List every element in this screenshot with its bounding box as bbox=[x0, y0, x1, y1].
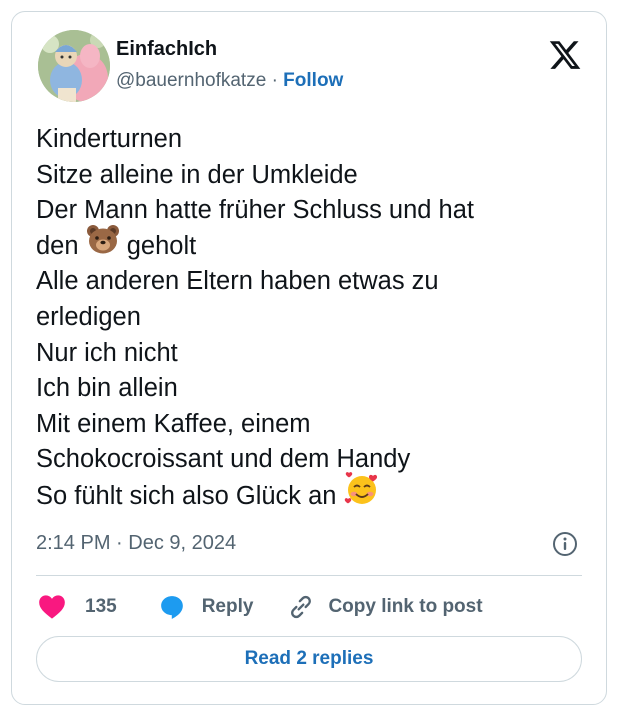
tweet-line: Schokocroissant und dem Handy bbox=[36, 445, 411, 474]
tweet-line: So fühlt sich also Glück an bbox=[36, 472, 586, 517]
tweet-line: Ich bin allein bbox=[36, 374, 178, 403]
tweet-text-segment: So fühlt sich also Glück an bbox=[36, 481, 337, 510]
smiling-face-with-hearts-emoji bbox=[344, 472, 380, 517]
tweet-time: 2:14 PM bbox=[36, 532, 111, 554]
tweet-text: Kinderturnen Sitze alleine in der Umklei… bbox=[36, 122, 586, 517]
like-count: 135 bbox=[85, 596, 117, 617]
avatar[interactable] bbox=[38, 30, 110, 102]
copy-link-button[interactable]: Copy link to post bbox=[287, 593, 483, 621]
info-icon[interactable] bbox=[552, 531, 578, 557]
x-logo-icon[interactable] bbox=[548, 38, 582, 72]
tweet-text-segment: den bbox=[36, 231, 79, 260]
like-button[interactable]: 135 bbox=[38, 594, 117, 620]
divider bbox=[36, 575, 582, 576]
user-handle[interactable]: @bauernhofkatze bbox=[116, 70, 266, 91]
tweet-line: Kinderturnen bbox=[36, 125, 183, 153]
read-replies-button[interactable]: Read 2 replies bbox=[36, 636, 582, 682]
reply-bubble-icon bbox=[159, 594, 185, 620]
follow-button[interactable]: Follow bbox=[283, 70, 343, 91]
tweet-line: Sitze alleine in der Umkleide bbox=[36, 160, 358, 189]
tweet-line: erledigen bbox=[36, 302, 141, 331]
tweet-text-segment: geholt bbox=[126, 231, 197, 260]
tweet-line: Mit einem Kaffee, einem bbox=[36, 409, 311, 438]
tweet-line: Nur ich nicht bbox=[36, 338, 178, 367]
tweet-card: EinfachIch @bauernhofkatze · Follow Kind… bbox=[11, 11, 607, 705]
tweet-line: Alle anderen Eltern haben etwas zu bbox=[36, 267, 439, 296]
tweet-date: Dec 9, 2024 bbox=[128, 532, 237, 554]
reply-label: Reply bbox=[201, 596, 254, 617]
separator: · bbox=[116, 532, 123, 554]
handle-row: @bauernhofkatze · Follow bbox=[116, 70, 343, 92]
read-replies-label: Read 2 replies bbox=[244, 648, 374, 669]
display-name[interactable]: EinfachIch bbox=[116, 38, 217, 61]
separator: · bbox=[271, 70, 278, 91]
action-bar: 135 Reply Copy link to post bbox=[38, 592, 483, 622]
tweet-timestamp[interactable]: 2:14 PM · Dec 9, 2024 bbox=[36, 532, 236, 555]
reply-button[interactable]: Reply bbox=[159, 594, 254, 620]
tweet-line: den geholt bbox=[36, 224, 586, 265]
bear-face-emoji bbox=[86, 224, 120, 265]
link-icon bbox=[287, 593, 315, 621]
heart-icon bbox=[38, 594, 66, 620]
copy-link-label: Copy link to post bbox=[328, 596, 483, 617]
